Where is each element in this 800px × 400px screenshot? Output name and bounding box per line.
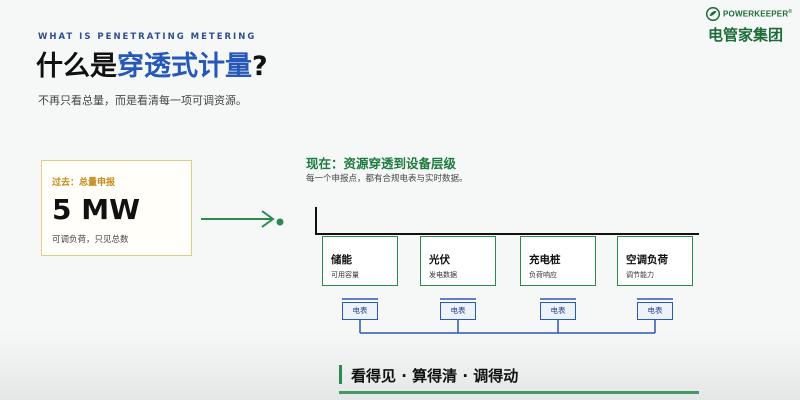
device-name: 空调负荷: [626, 254, 668, 266]
device-card-charger: 充电桩 负荷响应: [520, 236, 596, 286]
meter-box: 电表: [440, 302, 476, 320]
topology-lines: [315, 207, 699, 334]
meter-box: 电表: [637, 302, 673, 320]
device-desc: 可用容量: [331, 271, 359, 279]
device-desc: 负荷响应: [529, 271, 557, 279]
meter-box: 电表: [540, 302, 576, 320]
device-card-storage: 储能 可用容量: [322, 236, 398, 286]
device-name: 储能: [331, 254, 352, 266]
device-name: 充电桩: [529, 254, 561, 266]
slogan-underline: [339, 391, 699, 394]
slogan-accent-bar: [339, 365, 342, 384]
device-desc: 调节能力: [626, 271, 654, 279]
slogan: 看得见 · 算得清 · 调得动: [351, 367, 519, 385]
device-name: 光伏: [429, 254, 450, 266]
device-card-hvac: 空调负荷 调节能力: [617, 236, 693, 286]
device-card-solar: 光伏 发电数据: [420, 236, 496, 286]
device-desc: 发电数据: [429, 271, 457, 279]
meter-box: 电表: [342, 302, 378, 320]
